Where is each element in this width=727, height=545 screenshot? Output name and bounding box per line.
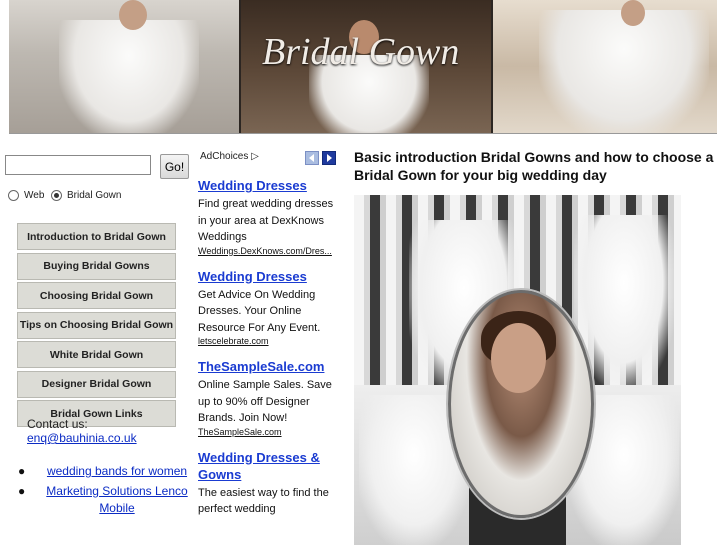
ad-title-link[interactable]: Wedding Dresses & Gowns [198,449,338,483]
radio-site-label: Bridal Gown [67,190,122,201]
radio-web-option[interactable]: Web [8,190,44,201]
model-head [119,0,147,30]
gown-figure [59,20,199,133]
radio-site-option[interactable]: Bridal Gown [51,190,121,201]
ad-title-link[interactable]: TheSampleSale.com [198,358,338,375]
contact-label: Contact us: [27,417,88,431]
contact-email-link[interactable]: enq@bauhinia.co.uk [27,431,137,445]
nav-item-choosing[interactable]: Choosing Bridal Gown [17,282,176,309]
nav-item-tips[interactable]: Tips on Choosing Bridal Gown [17,311,176,339]
model-head [621,0,645,26]
ad-url-link[interactable]: letscelebrate.com [198,336,338,347]
ad-title-link[interactable]: Wedding Dresses [198,177,338,194]
chevron-left-icon [309,154,314,162]
ad-item: TheSampleSale.com Online Sample Sales. S… [198,358,338,438]
ad-item: Wedding Dresses Get Advice On Wedding Dr… [198,268,338,348]
ad-body: The easiest way to find the perfect wedd… [198,486,329,516]
page-title: Basic introduction Bridal Gowns and how … [354,149,714,183]
ad-list: Wedding Dresses Find great wedding dress… [198,177,338,529]
dress-figure [574,215,674,385]
ad-body: Online Sample Sales. Save up to 90% off … [198,379,332,424]
list-item: ● Marketing Solutions Lenco Mobile [18,483,194,517]
adchoices-text: AdChoices [200,151,249,162]
go-button[interactable]: Go! [160,154,189,179]
portrait-face [491,323,546,393]
link-wedding-bands[interactable]: wedding bands for women [40,463,194,480]
nav-item-buying[interactable]: Buying Bridal Gowns [17,252,176,280]
ad-item: Wedding Dresses & Gowns The easiest way … [198,449,338,518]
radio-web-label: Web [24,190,45,201]
adchoices-label[interactable]: AdChoices ▷ [200,151,259,162]
radio-site[interactable] [51,190,62,201]
link-list: ● wedding bands for women ● Marketing So… [18,463,194,520]
link-marketing-solutions[interactable]: Marketing Solutions Lenco Mobile [40,483,194,517]
side-nav: Introduction to Bridal Gown Buying Brida… [17,223,176,430]
ad-body: Get Advice On Wedding Dresses. Your Onli… [198,288,321,334]
ad-prev-button[interactable] [305,151,319,165]
ad-url-link[interactable]: Weddings.DexKnows.com/Dres... [198,246,338,257]
chevron-right-icon [327,154,332,162]
ad-title-link[interactable]: Wedding Dresses [198,268,338,285]
bridal-gown-collage-image [354,195,681,545]
ad-next-button[interactable] [322,151,336,165]
nav-item-introduction[interactable]: Introduction to Bridal Gown [17,223,176,250]
ad-url-link[interactable]: TheSampleSale.com [198,427,338,438]
search-input[interactable] [5,155,151,175]
bullet-icon: ● [18,464,26,478]
ad-item: Wedding Dresses Find great wedding dress… [198,177,338,257]
nav-item-designer[interactable]: Designer Bridal Gown [17,370,176,398]
gown-figure [539,10,709,133]
ad-body: Find great wedding dresses in your area … [198,198,334,243]
header-banner: Bridal Gown [0,0,727,140]
banner-title: Bridal Gown [262,31,460,73]
radio-web[interactable] [8,190,19,201]
portrait-oval [448,290,594,518]
list-item: ● wedding bands for women [18,463,194,480]
bullet-icon: ● [18,484,26,498]
contact-block: Contact us: enq@bauhinia.co.uk [27,417,137,445]
nav-item-white[interactable]: White Bridal Gown [17,341,176,368]
adchoices-icon: ▷ [251,151,259,162]
